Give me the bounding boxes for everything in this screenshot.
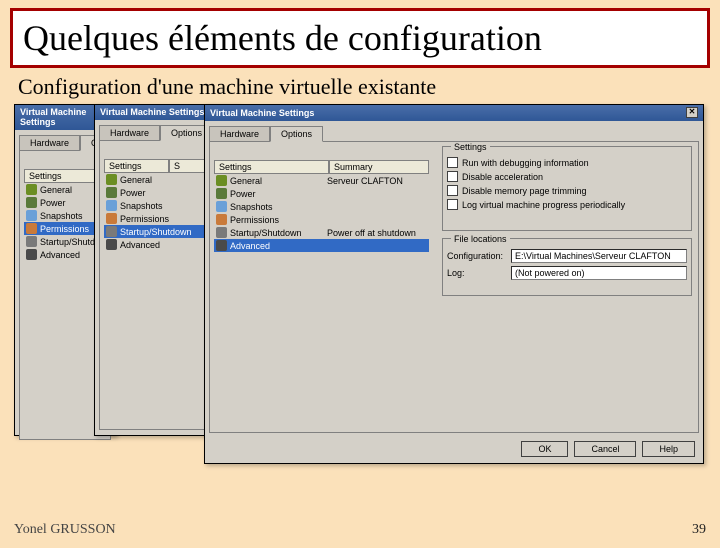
- power-icon: [26, 197, 37, 208]
- checkbox-icon[interactable]: [447, 171, 458, 182]
- cancel-button[interactable]: Cancel: [574, 441, 636, 457]
- checkbox-label: Disable memory page trimming: [462, 186, 587, 196]
- help-button[interactable]: Help: [642, 441, 695, 457]
- tab-hardware[interactable]: Hardware: [99, 125, 160, 141]
- checkbox-icon[interactable]: [447, 199, 458, 210]
- tab-hardware[interactable]: Hardware: [19, 135, 80, 151]
- list-item-label: Power: [230, 189, 324, 199]
- close-icon[interactable]: ✕: [686, 107, 698, 118]
- checkbox-label: Disable acceleration: [462, 172, 543, 182]
- startup-icon: [106, 226, 117, 237]
- dialog-titlebar[interactable]: Virtual Machine Settings ✕: [205, 105, 703, 121]
- list-item[interactable]: GeneralServeur CLAFTON: [214, 174, 429, 187]
- list-item-label: General: [230, 176, 324, 186]
- dialog-title: Virtual Machine Settings: [210, 108, 314, 118]
- perm-icon: [26, 223, 37, 234]
- snap-icon: [26, 210, 37, 221]
- checkbox-icon[interactable]: [447, 157, 458, 168]
- slide-title-box: Quelques éléments de configuration: [10, 8, 710, 68]
- dialog-stack: Virtual Machine Settings Hardware Option…: [14, 104, 720, 474]
- checkbox-row[interactable]: Run with debugging information: [447, 157, 687, 168]
- list-item[interactable]: Advanced: [214, 239, 429, 252]
- slide-footer-author: Yonel GRUSSON: [14, 522, 116, 538]
- checkbox-row[interactable]: Disable acceleration: [447, 171, 687, 182]
- adv-icon: [106, 239, 117, 250]
- file-location-label: Configuration:: [447, 251, 507, 261]
- tab-options[interactable]: Options: [270, 126, 323, 142]
- ok-button[interactable]: OK: [521, 441, 568, 457]
- gear-icon: [26, 184, 37, 195]
- col-summary: Summary: [329, 160, 429, 174]
- file-location-value: E:\Virtual Machines\Serveur CLAFTON: [511, 249, 687, 263]
- col-settings: Settings: [214, 160, 329, 174]
- vm-settings-dialog-3: Virtual Machine Settings ✕ Hardware Opti…: [204, 104, 704, 464]
- checkbox-label: Log virtual machine progress periodicall…: [462, 200, 625, 210]
- dialog-title: Virtual Machine Settings: [100, 107, 204, 117]
- tab-bar: Hardware Options: [205, 121, 703, 141]
- slide-footer-page: 39: [692, 522, 706, 538]
- snap-icon: [216, 201, 227, 212]
- list-item[interactable]: Power: [214, 187, 429, 200]
- col-settings: Settings: [104, 159, 169, 173]
- checkbox-row[interactable]: Disable memory page trimming: [447, 185, 687, 196]
- list-item[interactable]: Permissions: [214, 213, 429, 226]
- gear-icon: [106, 174, 117, 185]
- power-icon: [216, 188, 227, 199]
- perm-icon: [216, 214, 227, 225]
- tab-panel: Settings Summary GeneralServeur CLAFTONP…: [209, 141, 699, 433]
- checkbox-row[interactable]: Log virtual machine progress periodicall…: [447, 199, 687, 210]
- file-location-value: (Not powered on): [511, 266, 687, 280]
- dialog-button-row: OK Cancel Help: [205, 437, 703, 461]
- list-item-label: Startup/Shutdown: [230, 228, 324, 238]
- perm-icon: [106, 213, 117, 224]
- settings-list[interactable]: Settings Summary GeneralServeur CLAFTONP…: [214, 160, 429, 252]
- adv-icon: [216, 240, 227, 251]
- settings-group-legend: Settings: [451, 142, 490, 152]
- file-location-row: Log: (Not powered on): [447, 266, 687, 280]
- slide-title: Quelques éléments de configuration: [23, 17, 697, 59]
- power-icon: [106, 187, 117, 198]
- snap-icon: [106, 200, 117, 211]
- file-location-row: Configuration: E:\Virtual Machines\Serveu…: [447, 249, 687, 263]
- gear-icon: [216, 175, 227, 186]
- file-locations-group: File locations Configuration:E:\Virtual …: [442, 238, 692, 296]
- checkbox-label: Run with debugging information: [462, 158, 589, 168]
- adv-icon: [26, 249, 37, 260]
- list-item[interactable]: Snapshots: [214, 200, 429, 213]
- tab-hardware[interactable]: Hardware: [209, 126, 270, 142]
- list-item[interactable]: Startup/ShutdownPower off at shutdown: [214, 226, 429, 239]
- file-locations-legend: File locations: [451, 234, 510, 244]
- slide-subtitle: Configuration d'une machine virtuelle ex…: [18, 74, 708, 100]
- list-item-summary: Serveur CLAFTON: [327, 176, 427, 186]
- list-item-label: Advanced: [230, 241, 324, 251]
- list-item-label: Snapshots: [230, 202, 324, 212]
- settings-group: Settings Run with debugging informationD…: [442, 146, 692, 231]
- startup-icon: [26, 236, 37, 247]
- startup-icon: [216, 227, 227, 238]
- checkbox-icon[interactable]: [447, 185, 458, 196]
- list-item-summary: Power off at shutdown: [327, 228, 427, 238]
- file-location-label: Log:: [447, 268, 507, 278]
- list-item-label: Permissions: [230, 215, 324, 225]
